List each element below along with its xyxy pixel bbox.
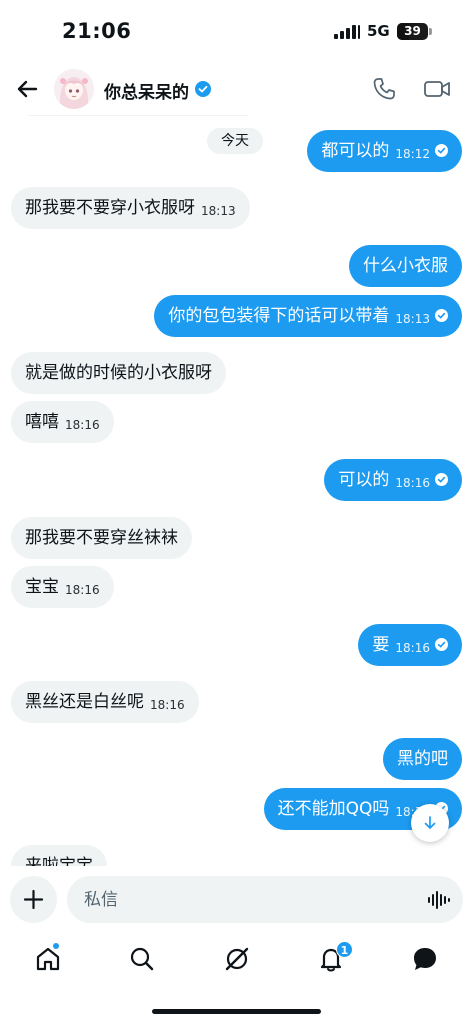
date-separator: 今天 bbox=[207, 128, 263, 154]
message-time: 18:13 bbox=[201, 204, 236, 218]
message-bubble-incoming[interactable]: 那我要不要穿丝袜袜 bbox=[11, 517, 192, 559]
message-text: 那我要不要穿丝袜袜 bbox=[25, 528, 178, 548]
message-bubble-incoming[interactable]: 就是做的时候的小衣服呀 bbox=[11, 352, 226, 394]
message-bubble-outgoing[interactable]: 要 18:16 bbox=[358, 624, 462, 666]
message-time: 18:16 bbox=[65, 583, 100, 597]
conversation-header: 你总呆呆的 bbox=[0, 62, 473, 117]
voice-wave-icon[interactable] bbox=[427, 889, 451, 911]
message-time: 18:16 bbox=[395, 476, 430, 490]
video-camera-icon[interactable] bbox=[423, 77, 451, 101]
home-icon[interactable] bbox=[33, 944, 63, 974]
status-bar: 21:06 5G 39 bbox=[0, 0, 473, 62]
message-text: 就是做的时候的小衣服呀 bbox=[25, 363, 212, 383]
message-bubble-outgoing[interactable]: 你的包包装得下的话可以带着 18:13 bbox=[154, 295, 462, 337]
message-time: 18:16 bbox=[395, 641, 430, 655]
verified-badge-icon bbox=[195, 81, 211, 97]
message-time: 18:16 bbox=[65, 418, 100, 432]
message-text: 要 bbox=[372, 635, 390, 655]
message-bubble-incoming[interactable]: 宝宝 18:16 bbox=[11, 566, 114, 608]
signal-icon bbox=[334, 25, 360, 39]
message-text: 你的包包装得下的话可以带着 bbox=[168, 306, 390, 326]
message-time: 18:16 bbox=[150, 698, 185, 712]
read-check-icon bbox=[435, 309, 448, 322]
header-divider bbox=[28, 115, 248, 116]
message-text: 黑丝还是白丝呢 bbox=[25, 692, 144, 712]
message-bubble-outgoing[interactable]: 黑的吧 bbox=[383, 738, 462, 780]
message-bubble-incoming[interactable]: 嘻嘻 18:16 bbox=[11, 401, 114, 443]
message-text: 黑的吧 bbox=[397, 749, 448, 769]
contact-avatar[interactable] bbox=[54, 69, 94, 109]
grok-icon[interactable] bbox=[222, 944, 252, 974]
messages-icon[interactable] bbox=[410, 944, 440, 974]
back-button[interactable] bbox=[12, 74, 42, 104]
dm-conversation-screen: 21:06 5G 39 你总呆呆的 今天 都可以的 18:12 那我要不要穿小衣… bbox=[0, 0, 473, 1024]
contact-name[interactable]: 你总呆呆的 bbox=[104, 78, 189, 103]
message-time: 18:13 bbox=[395, 312, 430, 326]
message-text: 可以的 bbox=[338, 470, 390, 490]
battery-icon: 39 bbox=[397, 23, 428, 40]
read-check-icon bbox=[435, 638, 448, 651]
status-time: 21:06 bbox=[62, 19, 132, 43]
message-text: 宝宝 bbox=[25, 577, 59, 597]
message-bubble-outgoing[interactable]: 什么小衣服 bbox=[349, 245, 462, 287]
message-text: 嘻嘻 bbox=[25, 412, 59, 432]
search-icon[interactable] bbox=[127, 944, 157, 974]
phone-icon[interactable] bbox=[371, 76, 397, 102]
message-bubble-outgoing[interactable]: 都可以的 18:12 bbox=[307, 130, 462, 172]
arrow-down-icon bbox=[424, 816, 436, 829]
message-text: 还不能加QQ吗 bbox=[277, 799, 390, 819]
plus-icon bbox=[23, 889, 44, 910]
message-text: 那我要不要穿小衣服呀 bbox=[25, 198, 195, 218]
add-attachment-button[interactable] bbox=[10, 876, 57, 923]
read-check-icon bbox=[435, 144, 448, 157]
home-indicator bbox=[152, 1009, 321, 1014]
message-bubble-incoming[interactable]: 黑丝还是白丝呢 18:16 bbox=[11, 681, 199, 723]
message-input[interactable] bbox=[67, 876, 463, 923]
message-text: 都可以的 bbox=[321, 141, 390, 161]
message-text: 什么小衣服 bbox=[363, 256, 448, 276]
home-unread-dot bbox=[53, 943, 59, 949]
notifications-badge: 1 bbox=[336, 941, 353, 958]
battery-level: 39 bbox=[404, 24, 421, 38]
read-check-icon bbox=[435, 473, 448, 486]
battery-cap bbox=[429, 28, 432, 35]
back-arrow-icon bbox=[17, 80, 38, 98]
message-bubble-outgoing[interactable]: 可以的 18:16 bbox=[324, 459, 462, 501]
message-bubble-incoming[interactable]: 那我要不要穿小衣服呀 18:13 bbox=[11, 187, 250, 229]
message-time: 18:12 bbox=[395, 147, 430, 161]
network-label: 5G bbox=[367, 22, 390, 40]
scroll-to-bottom-button[interactable] bbox=[411, 804, 449, 842]
message-composer bbox=[0, 866, 473, 934]
